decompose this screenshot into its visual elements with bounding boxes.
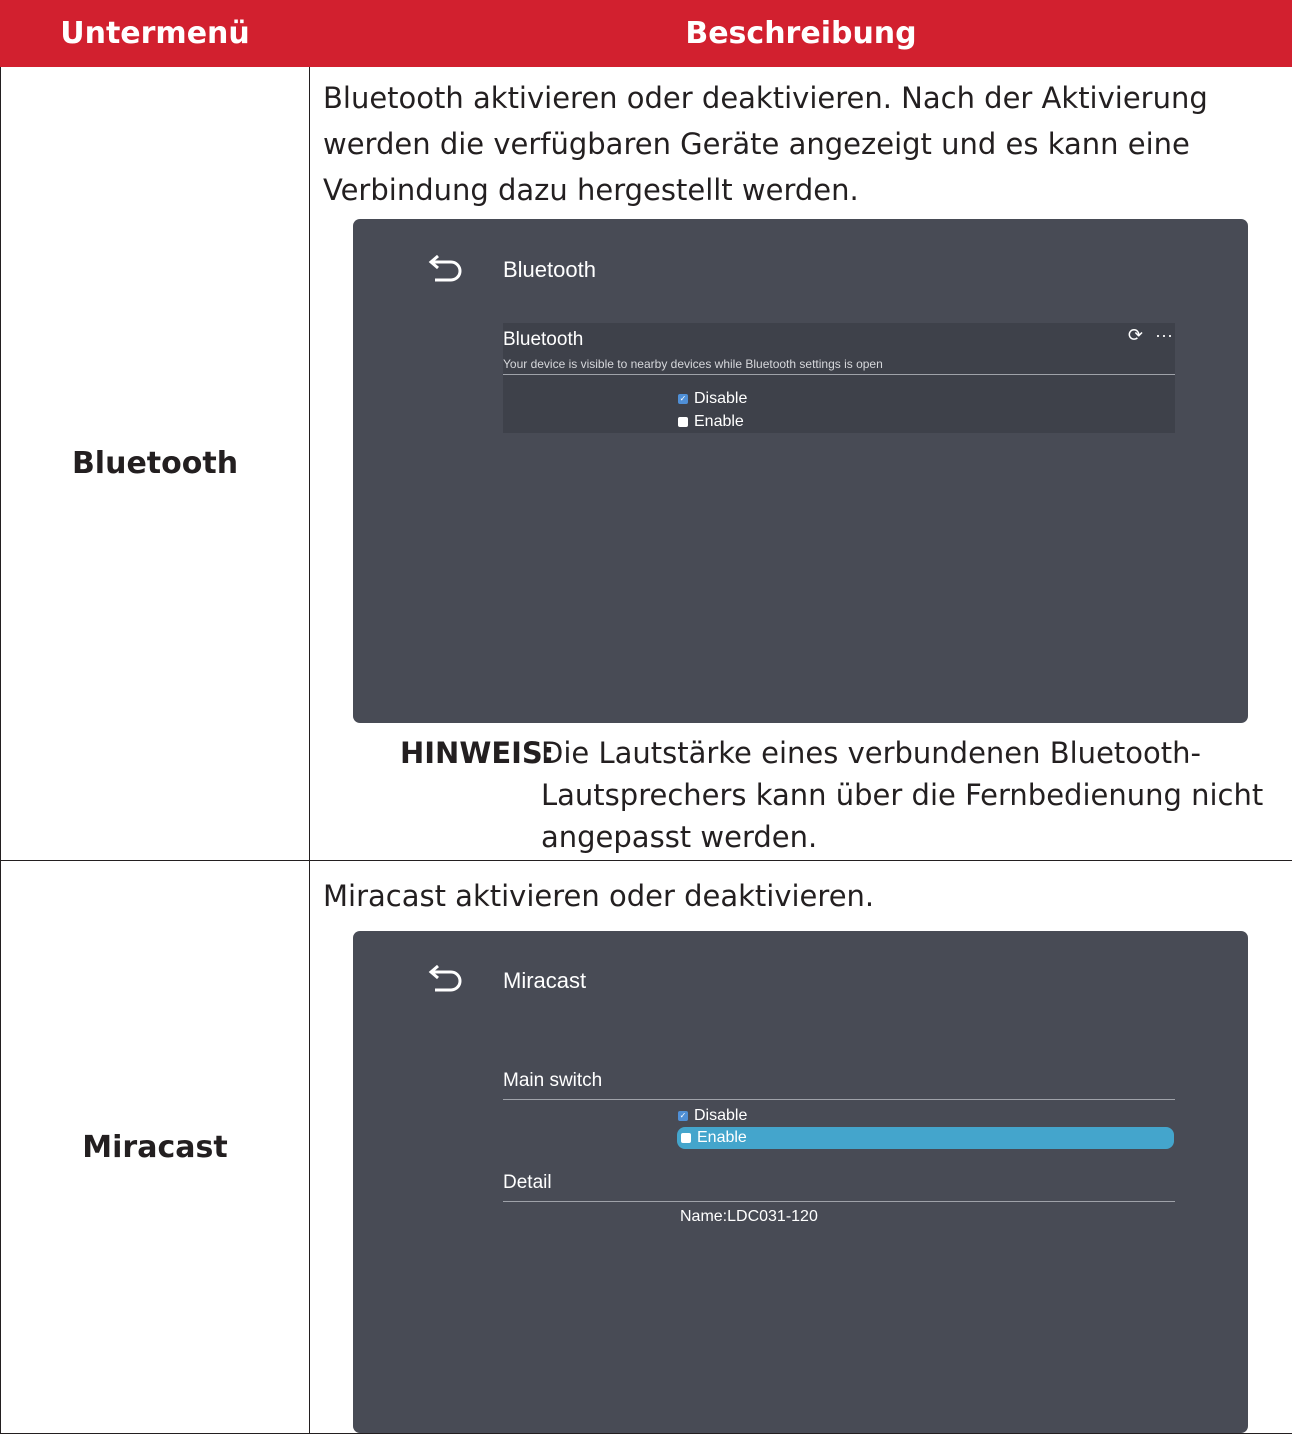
note-label: HINWEIS: [400,732,554,774]
miracast-settings-screenshot: Miracast Main switch ✓ Disable Enable De… [353,931,1248,1433]
checkbox-checked-icon: ✓ [678,1111,688,1121]
screen-title: Miracast [503,968,586,994]
option-enable[interactable]: Enable [677,1127,1174,1149]
header-submenu: Untermenü [1,1,310,67]
submenu-label-miracast: Miracast [1,861,310,1434]
bluetooth-settings-screenshot: Bluetooth Bluetooth Your device is visib… [353,219,1248,723]
description-text: Bluetooth aktivieren oder deaktivieren. … [310,67,1292,213]
divider [503,374,1175,375]
table-row-miracast: Miracast Miracast aktivieren oder deakti… [1,861,1292,1434]
note-text: Die Lautstärke eines verbundenen Bluetoo… [541,732,1292,858]
bluetooth-section-title: Bluetooth [503,329,583,351]
more-icon[interactable]: ··· [1155,325,1173,346]
device-name: Name:LDC031-120 [680,1208,818,1226]
description-cell-bluetooth: Bluetooth aktivieren oder deaktivieren. … [310,67,1292,861]
detail-label: Detail [503,1172,552,1194]
back-arrow-icon[interactable] [425,965,467,995]
divider [503,1201,1175,1202]
submenu-table: Untermenü Beschreibung Bluetooth Bluetoo… [0,0,1292,1434]
divider [503,1099,1175,1100]
option-enable[interactable]: Enable [678,411,744,433]
table-header-row: Untermenü Beschreibung [1,1,1292,67]
screen-title: Bluetooth [503,257,596,283]
miracast-panel: Main switch ✓ Disable Enable Detail Name… [503,1066,1175,1236]
checkbox-checked-icon: ✓ [678,394,688,404]
visibility-note: Your device is visible to nearby devices… [503,357,883,371]
refresh-icon[interactable]: ⟳ [1128,325,1143,346]
header-description: Beschreibung [310,1,1292,67]
main-switch-label: Main switch [503,1070,602,1092]
back-arrow-icon[interactable] [425,255,467,285]
description-cell-miracast: Miracast aktivieren oder deaktivieren. M… [310,861,1292,1434]
table-row-bluetooth: Bluetooth Bluetooth aktivieren oder deak… [1,67,1292,861]
option-disable[interactable]: ✓ Disable [678,388,747,410]
bluetooth-actions: ⟳ ··· [1128,325,1173,346]
bluetooth-panel: Bluetooth Your device is visible to near… [503,323,1175,433]
description-text: Miracast aktivieren oder deaktivieren. [310,861,1292,919]
checkbox-icon [678,417,688,427]
checkbox-icon [681,1133,691,1143]
option-disable[interactable]: ✓ Disable [678,1105,747,1127]
note: HINWEIS: Die Lautstärke eines verbundene… [400,732,1292,860]
submenu-label-bluetooth: Bluetooth [1,67,310,861]
